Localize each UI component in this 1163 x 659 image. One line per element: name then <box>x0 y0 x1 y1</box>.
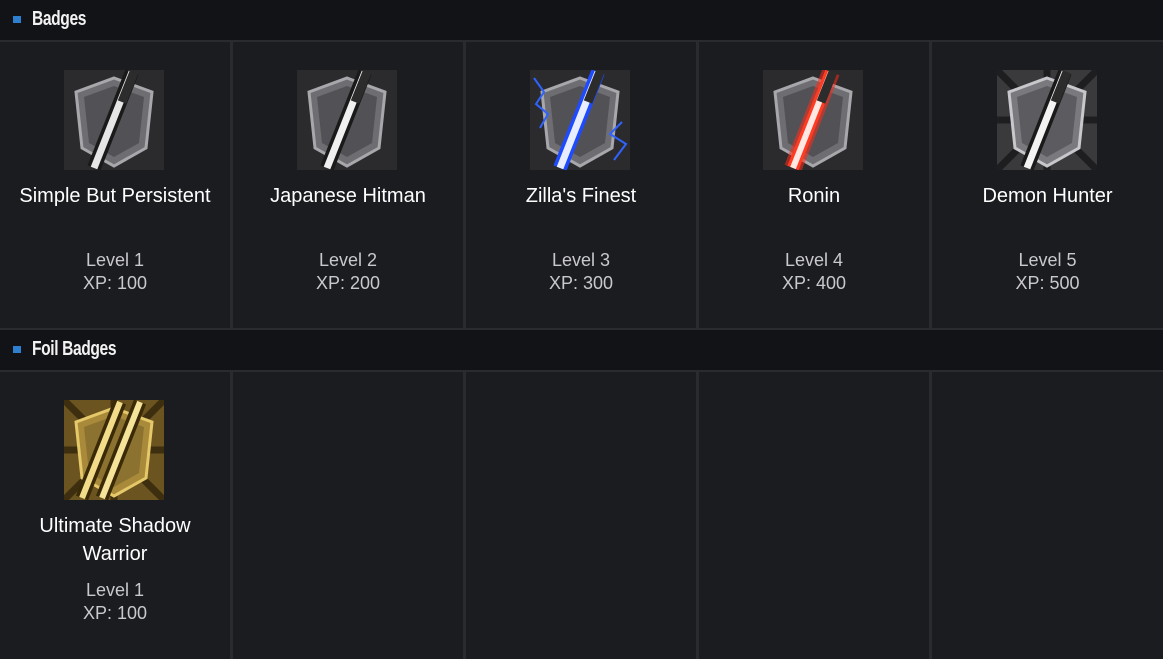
badge-name: Ronin <box>787 185 841 207</box>
foil-badges-grid: Ultimate Shadow Warrior Level 1 XP: 100 <box>0 372 1163 659</box>
empty-badge-slot <box>233 372 466 659</box>
badge-name: Japanese Hitman <box>270 185 426 207</box>
badges-grid: Simple But Persistent Level 1 XP: 100 Ja… <box>0 42 1163 328</box>
empty-badge-slot <box>466 372 699 659</box>
badge-xp: XP: 400 <box>781 273 847 293</box>
badge-card[interactable]: Japanese Hitman Level 2 XP: 200 <box>233 42 466 328</box>
badge-xp: XP: 500 <box>1015 273 1080 293</box>
badge-card[interactable]: Ronin Level 4 XP: 400 <box>699 42 932 328</box>
badge-xp: XP: 100 <box>82 273 148 293</box>
foil-badges-section: Foil Badges Ultimate Shadow Warrior Leve… <box>0 328 1163 659</box>
golden-katanas-badge-icon <box>64 400 164 500</box>
badge-level: Level 3 <box>551 250 611 270</box>
badge-xp: XP: 300 <box>548 273 614 293</box>
badge-card[interactable]: Demon Hunter Level 5 XP: 500 <box>932 42 1163 328</box>
badge-name: Simple But Persistent <box>19 185 211 207</box>
katana-rays-badge-icon <box>996 70 1097 170</box>
badge-xp: XP: 200 <box>315 273 381 293</box>
section-header-foil-badges: Foil Badges <box>0 330 1163 372</box>
katana-red-glow-badge-icon <box>763 70 863 170</box>
empty-badge-slot <box>932 372 1163 659</box>
badge-level: Level 1 <box>85 250 145 270</box>
badge-level: Level 2 <box>318 250 378 270</box>
badge-card[interactable]: Ultimate Shadow Warrior Level 1 XP: 100 <box>0 372 233 659</box>
katana-lightning-badge-icon <box>530 70 630 170</box>
katana-badge-icon <box>297 70 397 170</box>
badge-name: Demon Hunter <box>982 185 1113 207</box>
badge-level: Level 4 <box>784 250 844 270</box>
badge-card[interactable]: Simple But Persistent Level 1 XP: 100 <box>0 42 233 328</box>
section-marker-icon <box>13 346 21 353</box>
badge-name: Zilla's Finest <box>525 185 637 207</box>
badge-name: Ultimate Shadow Warrior <box>39 515 191 565</box>
badge-level: Level 1 <box>85 580 145 600</box>
badges-section: Badges Simple But Persistent Level 1 XP:… <box>0 0 1163 328</box>
badge-card[interactable]: Zilla's Finest Level 3 XP: 300 <box>466 42 699 328</box>
section-header-badges: Badges <box>0 0 1163 42</box>
badge-xp: XP: 100 <box>82 603 148 623</box>
badge-level: Level 5 <box>1018 250 1077 270</box>
empty-badge-slot <box>699 372 932 659</box>
katana-badge-icon <box>64 70 164 170</box>
section-title: Badges <box>32 8 87 30</box>
section-title: Foil Badges <box>32 338 117 360</box>
section-marker-icon <box>13 16 21 23</box>
